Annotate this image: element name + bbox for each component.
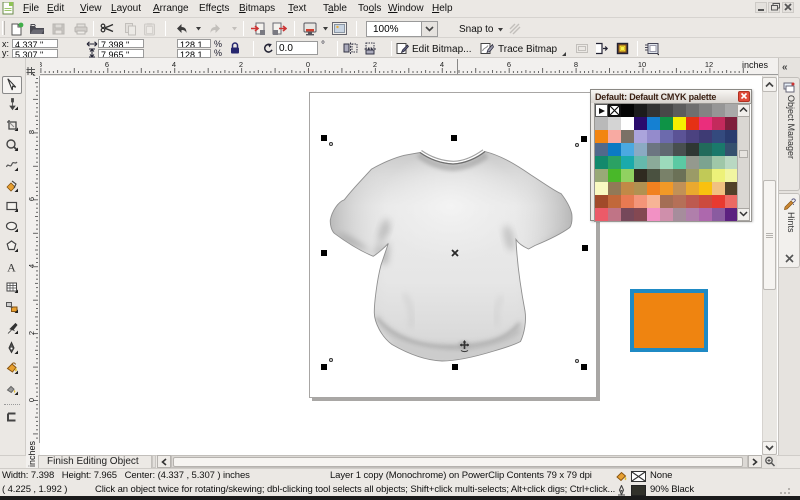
svg-text:8: 8 — [27, 130, 36, 134]
svg-text:4: 4 — [27, 264, 36, 268]
svg-text:2: 2 — [239, 60, 243, 69]
svg-text:4: 4 — [172, 60, 176, 69]
svg-text:6: 6 — [105, 60, 109, 69]
svg-text:8: 8 — [574, 60, 578, 69]
svg-text:2: 2 — [27, 331, 36, 335]
svg-text:A: A — [7, 260, 16, 274]
svg-text:8: 8 — [40, 60, 42, 69]
svg-text:2: 2 — [373, 60, 377, 69]
svg-text:0: 0 — [27, 398, 36, 402]
svg-text:6: 6 — [507, 60, 511, 69]
svg-text:4: 4 — [440, 60, 444, 69]
svg-text:inches: inches — [27, 441, 37, 467]
svg-text:inches: inches — [742, 60, 769, 70]
svg-text:0: 0 — [306, 60, 310, 69]
svg-text:10: 10 — [638, 60, 646, 69]
svg-text:12: 12 — [705, 60, 713, 69]
svg-text:6: 6 — [27, 197, 36, 201]
svg-text:?: ? — [791, 197, 796, 207]
